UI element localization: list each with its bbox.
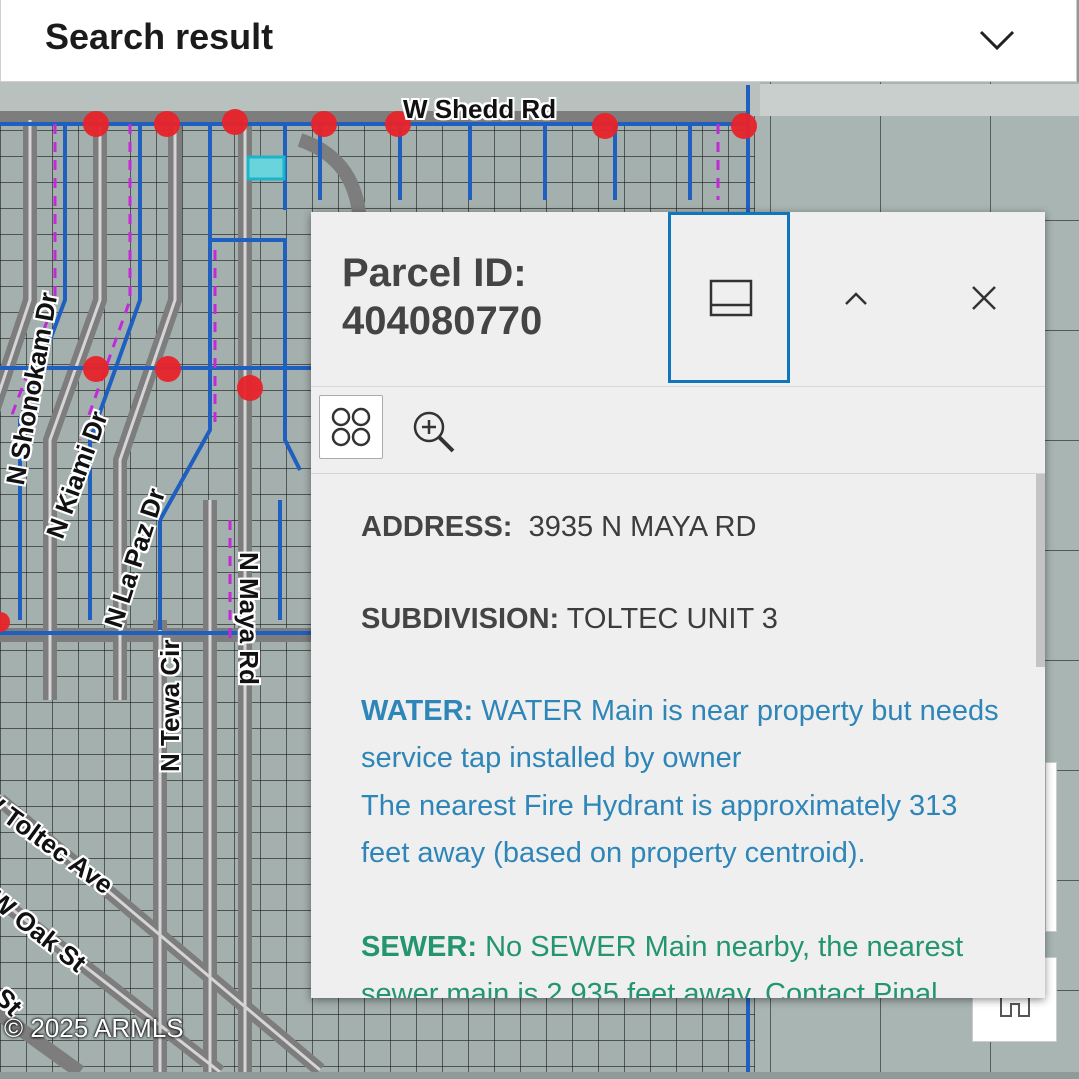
subdivision-field: SUBDIVISION: TOLTEC UNIT 3 <box>361 596 1001 643</box>
copyright-text: © 2025 ARMLS <box>4 1013 184 1043</box>
close-icon[interactable] <box>959 276 1009 320</box>
parcel-id-label: Parcel ID: <box>342 251 527 295</box>
related-records-icon <box>331 407 371 447</box>
water-label: WATER: <box>361 695 474 727</box>
sewer-label: SEWER: <box>361 931 477 963</box>
subdivision-value: TOLTEC UNIT 3 <box>566 603 778 635</box>
zoom-in-icon[interactable] <box>409 407 459 457</box>
map-control-stack[interactable] <box>1045 762 1057 932</box>
address-field: ADDRESS: 3935 N MAYA RD <box>361 504 1001 551</box>
road-label-tewa: N Tewa Cir <box>155 639 185 772</box>
road-label-maya: N Maya Rd <box>234 552 264 685</box>
chevron-down-icon[interactable] <box>977 22 1017 56</box>
hydrant-field: The nearest Fire Hydrant is approximatel… <box>361 783 1001 877</box>
water-field: WATER: WATER Main is near property but n… <box>361 688 1001 782</box>
chevron-up-icon[interactable] <box>831 276 881 320</box>
road-label-shedd: W Shedd Rd <box>403 94 557 124</box>
sewer-field: SEWER: No SEWER Main nearby, the nearest… <box>361 924 1001 998</box>
search-result-title: Search result <box>45 16 274 57</box>
popup-toolbar <box>311 387 1045 473</box>
subdivision-label: SUBDIVISION: <box>361 603 560 635</box>
parcel-popup: Parcel ID: 404080770 ADDRESS: 3935 N MAY… <box>311 212 1045 998</box>
address-value: 3935 N MAYA RD <box>528 511 757 543</box>
dock-button[interactable] <box>668 212 790 383</box>
popup-content[interactable]: ADDRESS: 3935 N MAYA RD SUBDIVISION: TOL… <box>311 474 1033 998</box>
popup-scrollbar[interactable] <box>1036 474 1045 667</box>
related-records-button[interactable] <box>319 395 383 459</box>
search-result-header: Search result <box>0 0 1077 82</box>
parcel-id-value: 404080770 <box>342 299 543 343</box>
dock-panel-icon <box>709 279 753 317</box>
hydrant-text: The nearest Fire Hydrant is approximatel… <box>361 790 958 869</box>
address-label: ADDRESS: <box>361 511 513 543</box>
